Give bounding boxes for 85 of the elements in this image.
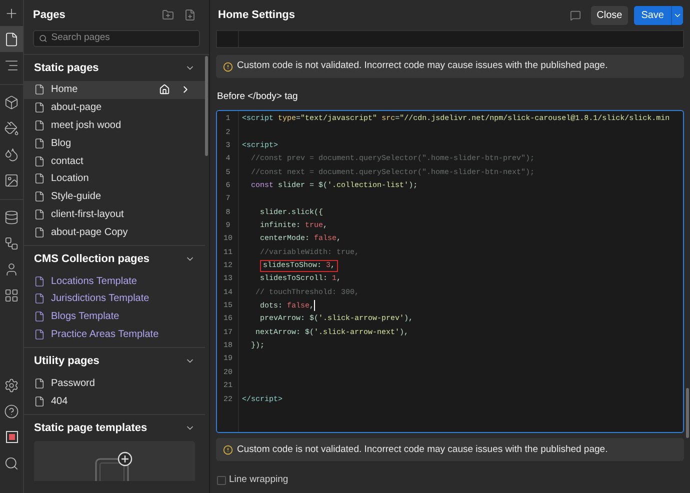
page-name: client-first-layout [51, 208, 125, 222]
section-title: CMS Collection pages [34, 252, 151, 267]
droplets-icon [4, 146, 19, 162]
page-item[interactable]: Home [24, 81, 205, 99]
page-icon [34, 396, 45, 407]
page-name: meet josh wood [51, 118, 122, 133]
page-item[interactable]: Blogs Template [24, 308, 205, 326]
comment-icon[interactable] [570, 10, 581, 20]
scrollbar-thumb[interactable] [205, 56, 208, 156]
page-icon [34, 226, 45, 238]
user-icon [4, 262, 19, 276]
page-item[interactable]: meet josh wood [24, 116, 205, 134]
apps-icon [4, 288, 19, 302]
help-icon [4, 404, 19, 418]
section-label: Before </body> tag [216, 90, 299, 104]
save-options-caret-icon[interactable] [671, 6, 683, 24]
page-name: Locations Template [51, 274, 138, 289]
navigator-icon [4, 58, 19, 72]
checkbox-label: Line wrapping [229, 473, 288, 488]
search-icon [39, 34, 48, 43]
page-item[interactable]: contact [24, 152, 205, 170]
workflow-icon [4, 236, 19, 250]
scrollbar-thumb[interactable] [686, 388, 689, 438]
page-name: Location [51, 172, 90, 186]
page-icon [34, 156, 45, 167]
page-icon [34, 208, 45, 220]
section-title: Static pages [34, 60, 100, 76]
section-title: Static page templates [34, 420, 148, 436]
close-button[interactable]: Close [590, 6, 628, 24]
page-icon [34, 84, 45, 96]
page-icon [34, 311, 45, 322]
page-icon [34, 173, 45, 184]
page-icon [34, 276, 45, 287]
warning-icon [223, 444, 233, 455]
home-icon [159, 84, 170, 96]
page-icon [34, 328, 45, 340]
page-tool[interactable] [0, 26, 23, 52]
page-item[interactable]: about-page [24, 98, 205, 117]
page-name: 404 [51, 394, 69, 409]
page-icon [34, 191, 45, 202]
page-name: about-page Copy [51, 226, 129, 240]
cube-icon [4, 94, 19, 110]
page-item[interactable]: client-first-layout [24, 206, 205, 224]
page-name: Style-guide [51, 190, 102, 204]
settings-title: Home Settings [217, 8, 296, 23]
panel-title: Pages [33, 8, 66, 23]
page-icon [34, 102, 45, 114]
page-name: contact [51, 154, 84, 169]
page-item[interactable]: Locations Template [24, 272, 205, 290]
page-icon [34, 120, 45, 131]
code-editor[interactable] [216, 110, 684, 434]
page-name: Jurisdictions Template [51, 292, 150, 306]
search-input[interactable]: Search pages [51, 31, 194, 46]
paint-bucket-icon [4, 120, 19, 136]
page-item[interactable]: Location [24, 170, 205, 188]
page-item[interactable]: 404 [24, 392, 205, 410]
record-icon [6, 431, 18, 443]
image-icon [4, 172, 19, 188]
page-item[interactable]: Jurisdictions Template [24, 290, 205, 308]
search-field[interactable]: Search pages [33, 30, 200, 47]
page-item[interactable]: about-page Copy [24, 223, 205, 242]
page-icon [34, 293, 45, 304]
page-name: Practice Areas Template [51, 328, 160, 342]
page-item[interactable]: Password [24, 374, 205, 392]
page-icon [4, 32, 19, 46]
add-page-icon[interactable] [184, 9, 196, 21]
warning-icon [223, 62, 233, 72]
add-folder-icon[interactable] [162, 9, 174, 21]
section-title: Utility pages [34, 354, 100, 370]
warning-text: Custom code is not validated. Incorrect code may cause issues with the published page. [237, 442, 608, 457]
warning-text: Custom code is not validated. Incorrect code may cause issues with the published page. [237, 59, 608, 74]
page-name: about-page [51, 101, 103, 116]
page-name: Blogs Template [51, 310, 120, 324]
search-icon [4, 456, 19, 470]
page-item[interactable]: Practice Areas Template [24, 326, 205, 344]
page-item[interactable]: Style-guide [24, 188, 205, 206]
page-name: Blog [51, 136, 72, 151]
page-name: Password [51, 376, 96, 391]
page-icon [34, 138, 45, 149]
page-name: Home [51, 83, 79, 98]
page-item[interactable]: Blog [24, 134, 205, 152]
page-icon [34, 378, 45, 389]
settings-icon [4, 378, 19, 392]
database-icon [4, 210, 19, 224]
line-wrapping-checkbox[interactable] [217, 476, 226, 485]
